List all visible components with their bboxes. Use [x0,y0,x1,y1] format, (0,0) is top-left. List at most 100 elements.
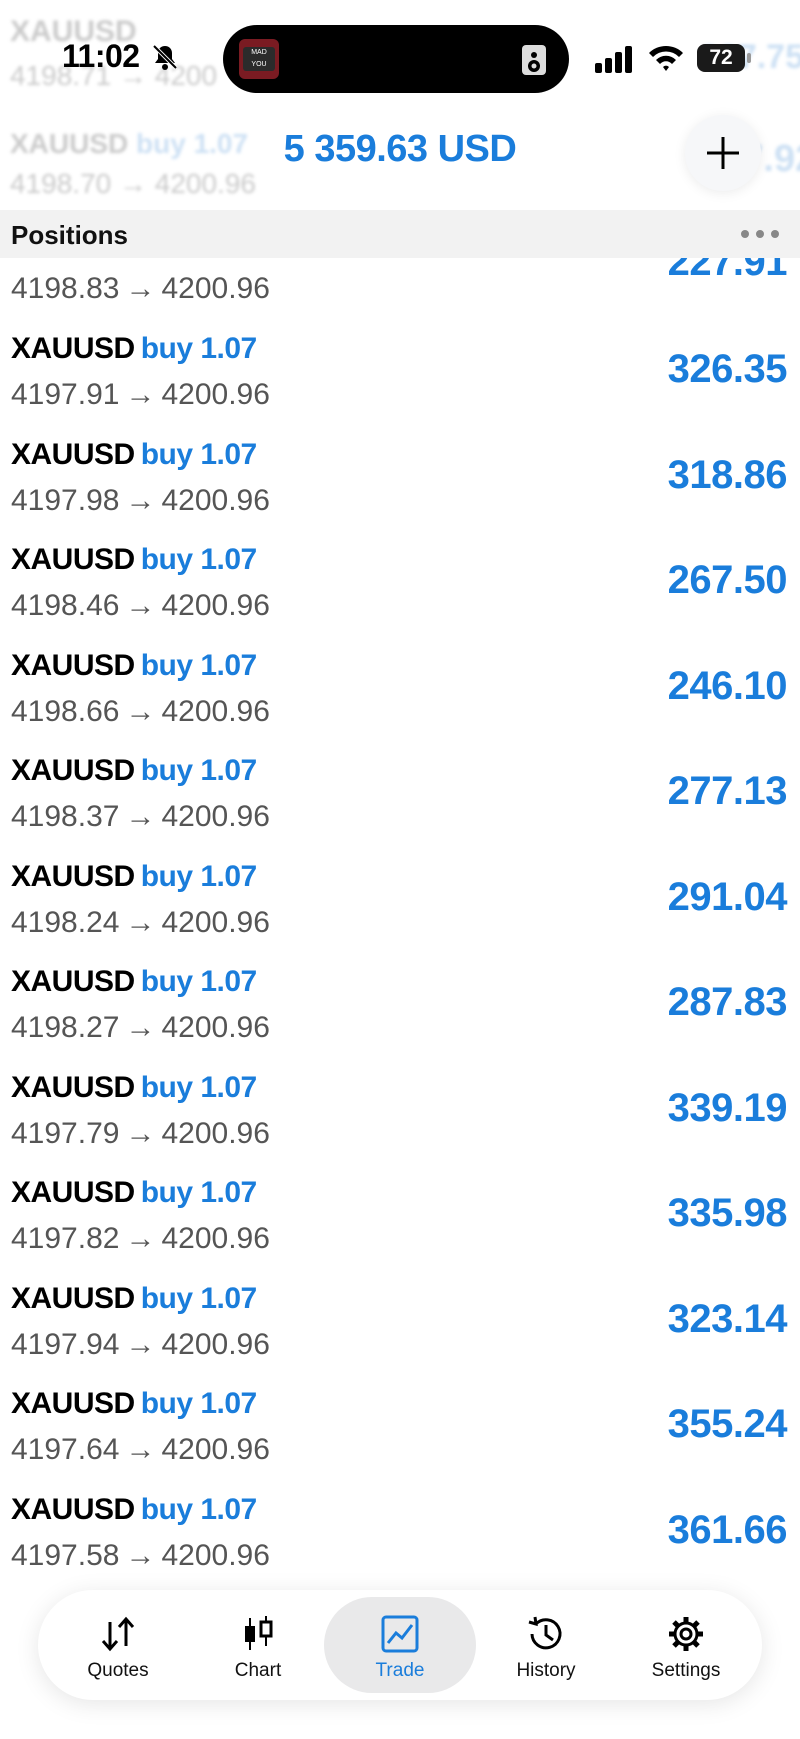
position-side: buy 1.07 [140,965,258,998]
position-profit: 267.50 [667,558,788,602]
history-clock-icon [528,1616,562,1650]
position-side: buy 1.07 [140,1387,258,1420]
open-price: 4198.66 [11,694,120,728]
gear-icon [669,1617,703,1651]
tab-label: Quotes [87,1660,149,1681]
tab-bar: Quotes Chart Trade History Settings [38,1590,762,1700]
position-row[interactable]: XAUUSD buy 1.07 4198.24 → 4200.96 291.04 [0,850,800,956]
position-price: 4198.66 → 4200.96 [11,695,270,729]
open-price: 4197.94 [11,1327,120,1361]
tab-chart[interactable]: Chart [188,1590,328,1700]
account-balance: 5 359.63 USD [283,128,517,170]
section-title: Positions [11,220,129,250]
ellipsis-icon[interactable] [738,224,782,244]
tab-label: Settings [651,1660,721,1681]
position-price: 4197.79 → 4200.96 [11,1117,270,1151]
position-row[interactable]: XAUUSD buy 1.07 4197.64 → 4200.96 355.24 [0,1377,800,1483]
position-symbol: XAUUSD buy 1.07 [11,1492,257,1526]
position-price: 4197.64 → 4200.96 [11,1433,270,1467]
open-price: 4197.91 [11,378,120,411]
battery-indicator: 72 [697,44,752,72]
dynamic-island[interactable]: MAD YOU [223,25,569,93]
tab-quotes[interactable]: Quotes [48,1590,188,1700]
position-symbol: XAUUSD buy 1.07 [11,437,257,471]
position-price: 4197.82 → 4200.96 [11,1222,270,1256]
position-row[interactable]: 4198.83 → 4200.96 227.91 [0,258,800,322]
position-symbol: XAUUSD buy 1.07 [11,1281,257,1315]
position-row[interactable]: XAUUSD buy 1.07 4198.46 → 4200.96 267.50 [0,533,800,639]
position-price: 4197.91 → 4200.96 [11,378,270,412]
arrow-right-icon: → [125,694,156,728]
quotes-arrows-icon [101,1616,135,1652]
current-price: 4200.96 [161,1222,270,1255]
position-row[interactable]: XAUUSD buy 1.07 4197.94 → 4200.96 323.14 [0,1272,800,1378]
open-price: 4197.64 [11,1433,120,1466]
arrow-right-icon: → [125,1433,156,1466]
position-price: 4198.37 → 4200.96 [11,800,270,834]
positions-section-header: Positions [0,210,800,258]
wifi-icon [649,45,683,71]
position-symbol: XAUUSD buy 1.07 [11,965,258,998]
position-profit: 277.13 [667,769,788,813]
position-price: 4198.83 → 4200.96 [11,272,270,305]
position-row[interactable]: XAUUSD buy 1.07 4197.58 → 4200.96 361.66 [0,1483,800,1589]
add-order-button[interactable] [685,115,761,191]
open-price: 4198.27 [11,1011,120,1044]
position-profit: 339.19 [667,1085,788,1130]
current-price: 4200.96 [161,1433,270,1466]
position-row[interactable]: XAUUSD buy 1.07 4197.91 → 4200.96 326.35 [0,322,800,428]
position-price: 4198.27 → 4200.96 [11,1011,270,1045]
open-price: 4197.98 [11,483,120,517]
tab-settings[interactable]: Settings [616,1590,756,1700]
arrow-right-icon: → [125,1327,156,1361]
position-row[interactable]: XAUUSD buy 1.07 4198.27 → 4200.96 287.83 [0,955,800,1061]
current-price: 4200.96 [161,483,270,517]
status-time: 11:02 [62,38,140,74]
tab-label: Chart [234,1660,282,1681]
battery-level: 72 [697,44,745,72]
position-symbol: XAUUSD buy 1.07 [11,332,257,365]
current-price: 4200.96 [161,1538,270,1572]
position-profit: 323.14 [667,1296,788,1341]
position-row[interactable]: XAUUSD buy 1.07 4198.37 → 4200.96 277.13 [0,744,800,850]
tab-history[interactable]: History [476,1590,616,1700]
position-profit: 361.66 [667,1507,788,1552]
plus-icon [707,137,739,169]
position-row[interactable]: XAUUSD buy 1.07 4197.98 → 4200.96 318.86 [0,428,800,534]
arrow-right-icon: → [125,905,156,939]
current-price: 4200.96 [161,378,270,411]
position-symbol: XAUUSD buy 1.07 [11,859,258,893]
position-side: buy 1.07 [140,1070,258,1104]
position-side: buy 1.07 [140,859,258,893]
position-profit: 287.83 [667,980,788,1024]
position-price: 4197.94 → 4200.96 [11,1328,270,1362]
cellular-signal-icon [595,46,632,73]
position-row[interactable]: XAUUSD buy 1.07 4198.66 → 4200.96 246.10 [0,639,800,745]
position-symbol: XAUUSD buy 1.07 [11,1070,258,1104]
arrow-right-icon: → [125,1222,156,1255]
position-profit: 291.04 [667,874,788,919]
candlestick-icon [245,1616,273,1650]
arrow-right-icon: → [125,483,156,517]
position-price: 4197.58 → 4200.96 [11,1539,270,1573]
position-symbol: XAUUSD buy 1.07 [11,648,257,682]
current-price: 4200.96 [161,1327,270,1361]
trade-chart-icon [381,1615,419,1653]
current-price: 4200.96 [161,694,270,728]
tab-label: History [516,1660,576,1681]
position-profit: 355.24 [667,1402,788,1446]
position-row[interactable]: XAUUSD buy 1.07 4197.82 → 4200.96 335.98 [0,1166,800,1272]
position-price: 4197.98 → 4200.96 [11,484,270,518]
position-row[interactable]: XAUUSD buy 1.07 4197.79 → 4200.96 339.19 [0,1061,800,1167]
position-symbol: XAUUSD buy 1.07 [11,754,258,787]
open-price: 4198.46 [11,589,120,622]
ghost-row2-price: 4198.70 → 4200.96 [10,168,256,199]
open-price: 4198.24 [11,905,120,939]
battery-cap [747,53,751,63]
tab-trade[interactable]: Trade [324,1597,476,1693]
position-side: buy 1.07 [140,754,258,787]
position-price: 4198.46 → 4200.96 [11,589,270,623]
open-price: 4197.82 [11,1222,120,1255]
arrow-right-icon: → [125,1116,156,1150]
open-price: 4198.37 [11,800,120,833]
